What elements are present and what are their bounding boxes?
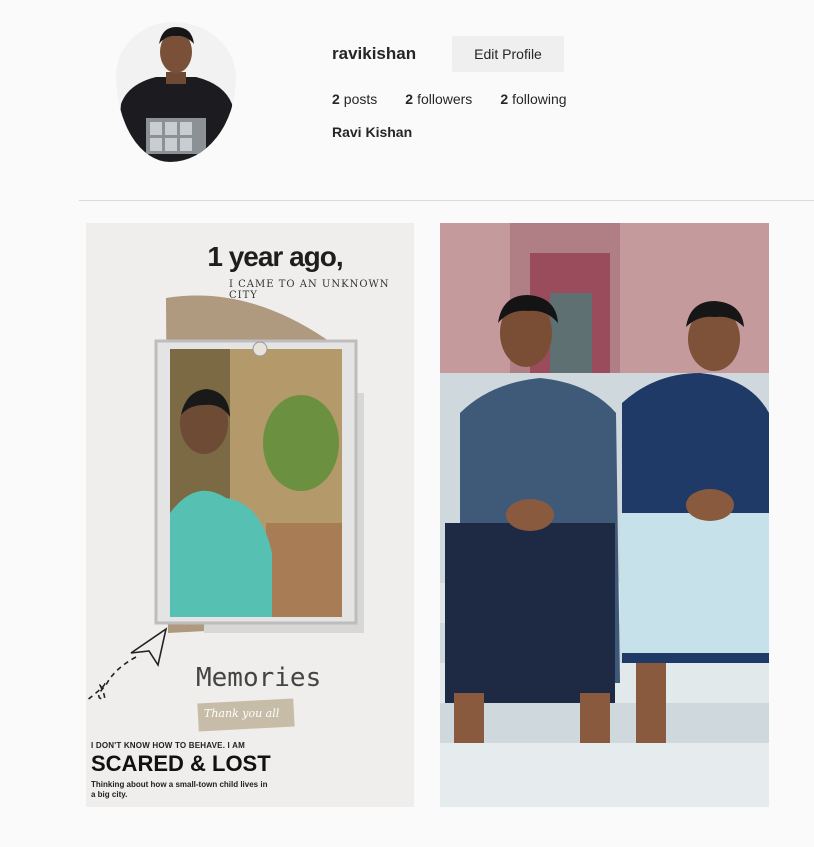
post-caption: Thinking about how a small-town child li…	[91, 780, 268, 799]
profile-stats: 2 posts 2 followers 2 following	[332, 91, 567, 107]
post-thumbnail[interactable]: 1 year ago, I CAME TO AN UNKNOWN CITY Me…	[86, 223, 414, 807]
post-photo	[440, 223, 769, 807]
post-subheadline: I CAME TO AN UNKNOWN CITY	[229, 279, 390, 301]
profile-avatar[interactable]	[116, 22, 236, 162]
following-stat[interactable]: 2 following	[500, 91, 566, 107]
posts-stat: 2 posts	[332, 91, 377, 107]
following-label: following	[512, 91, 567, 107]
followers-stat[interactable]: 2 followers	[405, 91, 472, 107]
following-count: 2	[500, 91, 509, 107]
post-memories-text: Memories	[196, 663, 322, 693]
followers-count: 2	[405, 91, 414, 107]
followers-label: followers	[417, 91, 473, 107]
posts-count: 2	[332, 91, 340, 107]
post-headline: 1 year ago,	[207, 241, 343, 272]
post-thank-you-text: Thank you all	[204, 707, 280, 720]
profile-divider	[79, 200, 814, 201]
post-thumbnail[interactable]	[440, 223, 769, 807]
post-big-text: SCARED & LOST	[91, 751, 271, 776]
avatar-photo	[116, 22, 236, 162]
post-small-text: I DON'T KNOW HOW TO BEHAVE. I AM	[91, 741, 245, 750]
profile-username: ravikishan	[332, 44, 417, 63]
edit-profile-button[interactable]: Edit Profile	[452, 36, 564, 72]
posts-label: posts	[343, 91, 378, 107]
profile-full-name: Ravi Kishan	[332, 124, 413, 140]
